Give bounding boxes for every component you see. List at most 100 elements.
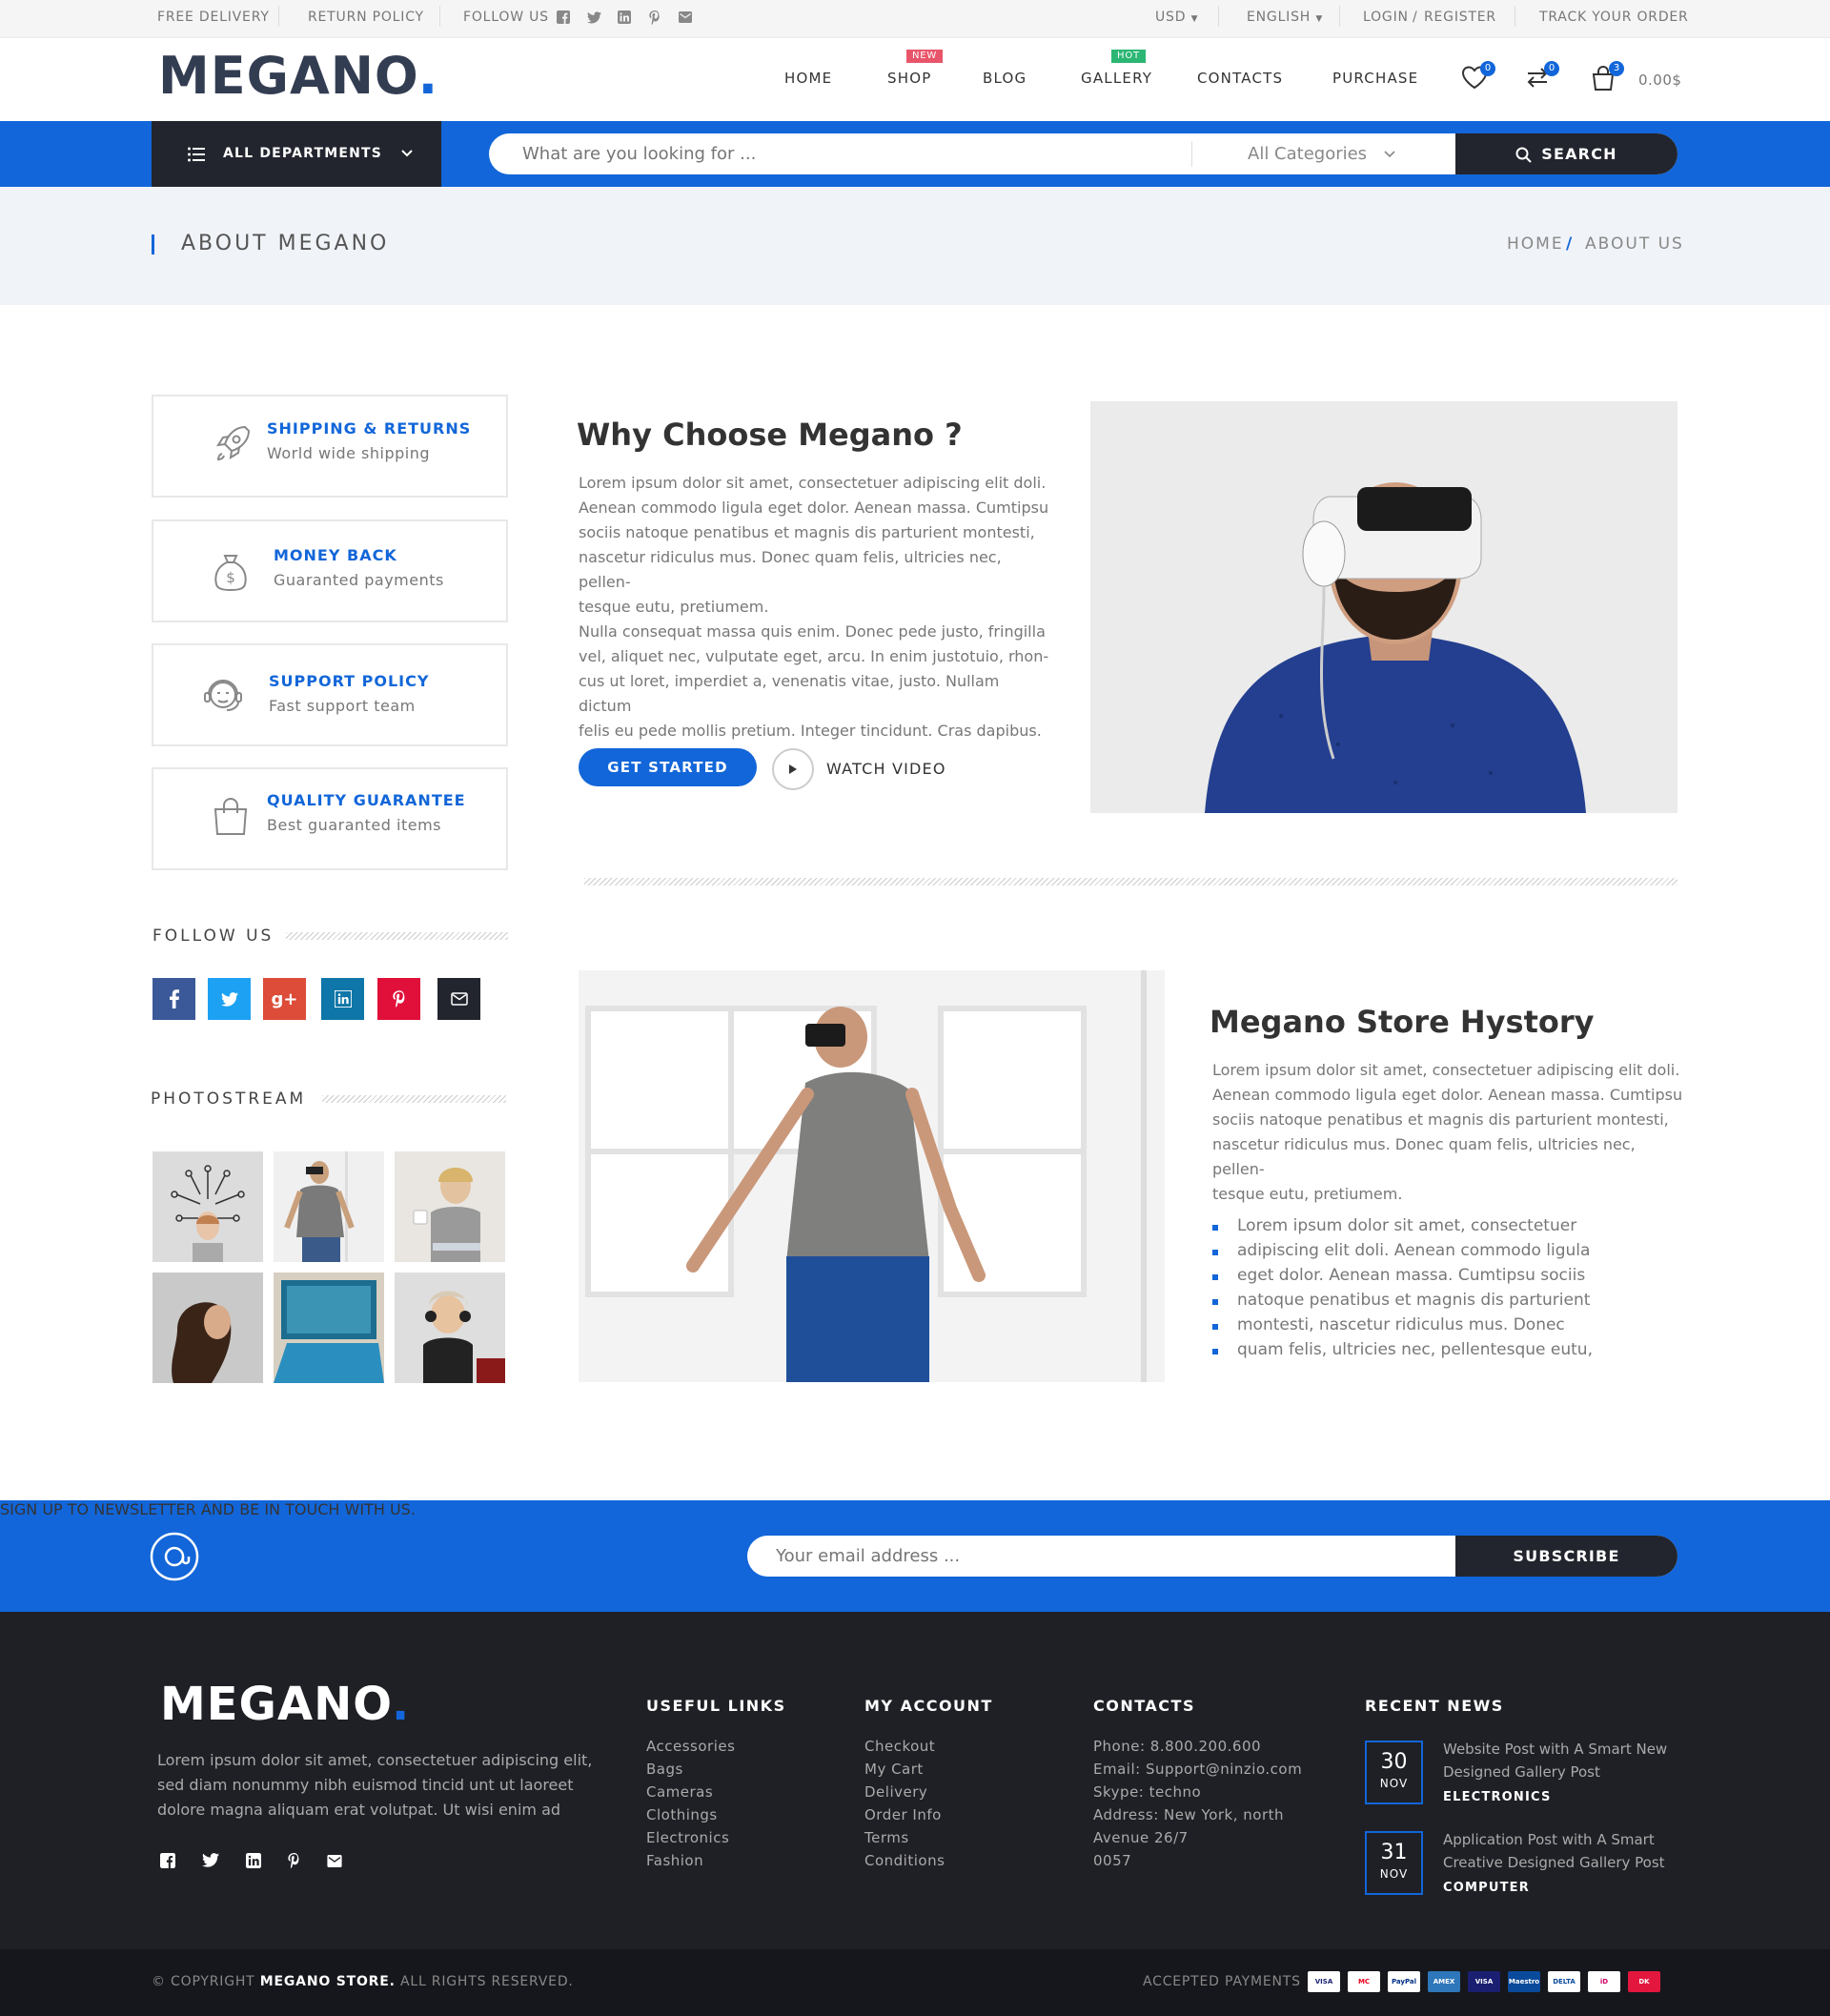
list-item: adipiscing elit doli. Aenean commodo lig… [1212,1238,1593,1263]
footer-link[interactable]: Conditions [864,1849,945,1872]
why-paragraph-1: Lorem ipsum dolor sit amet, consectetuer… [579,471,1055,620]
twitter-button[interactable] [208,978,251,1020]
news-day: 31 [1380,1841,1408,1864]
news-category[interactable]: ELECTRONICS [1443,1790,1552,1804]
photostream-thumb[interactable] [274,1273,384,1383]
facebook-button[interactable] [152,978,195,1020]
return-policy-link[interactable]: RETURN POLICY [308,0,424,35]
footer-link[interactable]: Accessories [646,1735,735,1758]
nav-shop[interactable]: SHOP [887,70,931,87]
photostream-thumb[interactable] [152,1151,263,1262]
photostream-thumb[interactable] [152,1273,263,1383]
search-button[interactable]: SEARCH [1455,133,1678,174]
divider [1191,141,1192,167]
news-title[interactable]: Website Post with A Smart New Designed G… [1443,1738,1667,1783]
feature-subtitle: Best guaranted items [267,816,441,834]
footer-logo[interactable]: MEGANO. [160,1678,410,1731]
google-plus-icon: g+ [271,988,298,1009]
site-logo[interactable]: MEGANO. [158,46,438,106]
search-input[interactable] [522,133,1170,174]
footer-link[interactable]: Fashion [646,1849,735,1872]
contact-address: 0057 [1093,1852,1132,1869]
register-link[interactable]: REGISTER [1424,0,1496,35]
wishlist-button[interactable]: 0 [1461,61,1495,93]
category-select[interactable]: All Categories [1248,133,1395,174]
footer-link[interactable]: Checkout [864,1735,945,1758]
cart-count: 3 [1609,61,1624,76]
nav-contacts[interactable]: CONTACTS [1197,70,1283,87]
pinterest-button[interactable] [377,978,420,1020]
photostream-thumb[interactable] [395,1273,505,1383]
contact-email[interactable]: Email: Support@ninzio.com [1093,1758,1302,1781]
photostream-thumb[interactable] [395,1151,505,1262]
all-departments-button[interactable]: ALL DEPARTMENTS [152,121,441,187]
pinterest-icon[interactable] [288,1853,300,1872]
footer-social [160,1853,342,1872]
twitter-icon[interactable] [585,9,602,26]
feature-support: SUPPORT POLICY Fast support team [152,643,508,746]
footer-about: Lorem ipsum dolor sit amet, consectetuer… [157,1748,592,1823]
facebook-icon[interactable] [555,9,572,26]
breadcrumb-separator: / [1566,234,1575,254]
nav-gallery[interactable]: GALLERY [1081,70,1152,87]
get-started-button[interactable]: GET STARTED [579,748,757,786]
play-video-button[interactable] [772,748,814,790]
footer-link[interactable]: My Cart [864,1758,945,1781]
footer-link[interactable]: Order Info [864,1803,945,1826]
twitter-icon [220,991,238,1007]
news-date-badge: 30 NOV [1365,1741,1423,1804]
facebook-icon[interactable] [160,1853,175,1872]
footer-link[interactable]: Delivery [864,1781,945,1803]
text-line: nascetur ridiculus mus. Donec quam felis… [1212,1135,1636,1178]
language-select[interactable]: ENGLISH ▼ [1247,0,1323,37]
contacts-list: Phone: 8.800.200.600 Email: Support@ninz… [1093,1735,1302,1872]
mail-icon[interactable] [677,9,694,26]
compare-button[interactable]: 0 [1525,61,1559,93]
footer-link[interactable]: Clothings [646,1803,735,1826]
copyright-brand[interactable]: MEGANO STORE. [260,1974,396,1989]
currency-select[interactable]: USD ▼ [1155,0,1198,37]
nav-blog[interactable]: BLOG [983,70,1027,87]
text-line: sociis natoque penatibus et magnis dis p… [579,523,1035,541]
at-sign-icon [150,1532,199,1581]
newsletter-form: SUBSCRIBE [747,1536,1678,1577]
linkedin-button[interactable] [321,978,364,1020]
text-line: felis eu pede mollis pretium. Integer ti… [579,722,1042,740]
divider [1339,6,1340,27]
mail-button[interactable] [437,978,480,1020]
breadcrumb-home[interactable]: HOME [1507,234,1564,254]
footer-link[interactable]: Bags [646,1758,735,1781]
free-delivery-link[interactable]: FREE DELIVERY [157,0,270,35]
track-order-link[interactable]: TRACK YOUR ORDER [1539,0,1689,35]
news-title[interactable]: Application Post with A Smart Creative D… [1443,1828,1665,1874]
login-link[interactable]: LOGIN [1363,0,1409,35]
watch-video-link[interactable]: WATCH VIDEO [826,760,946,778]
news-month: NOV [1379,1777,1409,1790]
subscribe-button[interactable]: SUBSCRIBE [1455,1536,1678,1577]
footer-link[interactable]: Cameras [646,1781,735,1803]
contacts-heading: CONTACTS [1093,1697,1195,1715]
google-plus-button[interactable]: g+ [263,978,306,1020]
vr-headset-photo [1090,401,1678,813]
footer-link[interactable]: Terms [864,1826,945,1849]
payment-card-icon: AMEX [1428,1971,1460,1992]
linkedin-icon[interactable] [246,1853,261,1872]
cart-button[interactable]: 3 [1590,61,1624,93]
nav-home[interactable]: HOME [784,70,832,87]
nav-purchase[interactable]: PURCHASE [1332,70,1418,87]
pinterest-icon[interactable] [646,9,663,26]
photostream-thumb[interactable] [274,1151,384,1262]
news-category[interactable]: COMPUTER [1443,1881,1530,1895]
linkedin-icon[interactable] [616,9,633,26]
search-icon [1515,147,1532,163]
useful-links-heading: USEFUL LINKS [646,1697,786,1715]
why-paragraph-2: Nulla consequat massa quis enim. Donec p… [579,620,1055,743]
payment-card-icon: VISA [1308,1971,1340,1992]
mail-icon[interactable] [327,1853,342,1872]
text-line: Website Post with A Smart New [1443,1741,1668,1758]
footer-link[interactable]: Electronics [646,1826,735,1849]
payment-card-icon: MC [1348,1971,1380,1992]
divider [278,6,279,27]
newsletter-email-input[interactable] [776,1536,1443,1577]
twitter-icon[interactable] [202,1853,219,1872]
